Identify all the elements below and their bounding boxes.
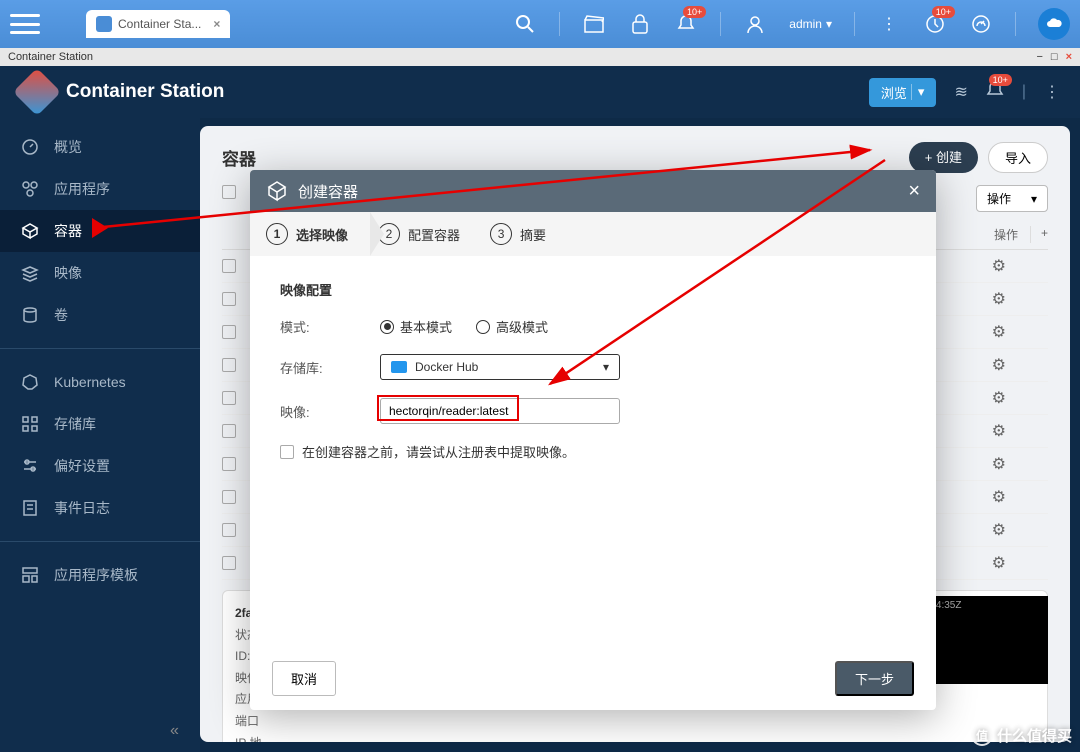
- lock-icon[interactable]: [628, 12, 652, 36]
- sidebar-item-overview[interactable]: 概览: [0, 126, 200, 168]
- close-icon[interactable]: ×: [1066, 51, 1072, 63]
- admin-label[interactable]: admin ▾: [789, 17, 832, 31]
- divider: [720, 12, 721, 36]
- dashboard-icon[interactable]: [969, 12, 993, 36]
- image-label: 映像:: [280, 402, 380, 421]
- more2-icon[interactable]: ⋮: [1044, 82, 1060, 102]
- gear-icon[interactable]: ⚙: [992, 355, 1048, 375]
- step-2[interactable]: 2配置容器: [378, 223, 460, 245]
- import-button[interactable]: 导入: [988, 142, 1048, 173]
- gear-icon[interactable]: ⚙: [992, 256, 1048, 276]
- step-3[interactable]: 3摘要: [490, 223, 546, 245]
- collapse-icon[interactable]: «: [170, 722, 179, 740]
- log-icon: [20, 498, 40, 518]
- cloud-icon[interactable]: [1038, 8, 1070, 40]
- cancel-button[interactable]: 取消: [272, 661, 336, 696]
- watermark: 值 什么值得买: [971, 724, 1072, 746]
- clock-badge: 10+: [932, 6, 955, 18]
- step-1[interactable]: 1选择映像: [266, 223, 348, 245]
- sidebar-item-repos[interactable]: 存储库: [0, 403, 200, 445]
- tab-label: Container Sta...: [118, 17, 201, 31]
- sidebar-item-prefs[interactable]: 偏好设置: [0, 445, 200, 487]
- mode-label: 模式:: [280, 317, 380, 336]
- create-container-modal: 创建容器 × 1选择映像 2配置容器 3摘要 映像配置 模式: 基本模式 高级模…: [250, 170, 936, 710]
- section-title: 映像配置: [280, 280, 906, 299]
- layers-icon: [20, 263, 40, 283]
- repo-dropdown[interactable]: Docker Hub ▾: [380, 354, 620, 380]
- create-button[interactable]: + 创建: [909, 142, 978, 173]
- sidebar-item-containers[interactable]: 容器: [0, 210, 200, 252]
- clock-icon[interactable]: 10+: [923, 12, 947, 36]
- terminal: 4:54:35Z: [918, 596, 1048, 684]
- chevron-down-icon: ▾: [603, 360, 609, 374]
- cube-icon: [266, 180, 288, 202]
- page-title: 容器: [222, 145, 256, 170]
- sidebar-item-images[interactable]: 映像: [0, 252, 200, 294]
- sidebar-item-kubernetes[interactable]: Kubernetes: [0, 361, 200, 403]
- add-column-icon[interactable]: +: [1030, 226, 1048, 243]
- app-tab-icon: [96, 16, 112, 32]
- sidebar-item-templates[interactable]: 应用程序模板: [0, 554, 200, 596]
- clapper-icon[interactable]: [582, 12, 606, 36]
- radio-basic[interactable]: 基本模式: [380, 317, 452, 336]
- modal-close-icon[interactable]: ×: [908, 180, 920, 203]
- radio-advanced[interactable]: 高级模式: [476, 317, 548, 336]
- select-all-checkbox[interactable]: [222, 185, 236, 199]
- minimize-icon[interactable]: −: [1036, 51, 1042, 63]
- gear-icon[interactable]: ⚙: [992, 520, 1048, 540]
- divider: [559, 12, 560, 36]
- app-title: Container Station: [66, 81, 224, 103]
- sidebar: 概览 应用程序 容器 映像 卷 Kubernetes 存储库 偏好设置 事件日志…: [0, 66, 200, 752]
- app-tab[interactable]: Container Sta... ×: [86, 10, 230, 38]
- menu-icon[interactable]: [10, 14, 40, 34]
- cube-icon: [20, 221, 40, 241]
- gear-icon[interactable]: ⚙: [992, 553, 1048, 573]
- operation-dropdown[interactable]: 操作▾: [976, 185, 1048, 212]
- stack-icon[interactable]: ≋: [954, 82, 967, 102]
- annotation-highlight: [377, 395, 519, 421]
- gear-icon[interactable]: ⚙: [992, 487, 1048, 507]
- notification-badge: 10+: [683, 6, 706, 18]
- docker-icon: [391, 361, 407, 373]
- maximize-icon[interactable]: □: [1051, 51, 1058, 63]
- more-icon[interactable]: ⋮: [877, 12, 901, 36]
- grid-icon: [20, 414, 40, 434]
- browse-button[interactable]: 浏览▾: [869, 78, 937, 107]
- hint-text: 在创建容器之前，请尝试从注册表中提取映像。: [302, 442, 575, 461]
- repo-label: 存储库:: [280, 358, 380, 377]
- modal-title: 创建容器: [298, 181, 358, 202]
- app-logo-icon: [13, 68, 61, 116]
- gear-icon[interactable]: ⚙: [992, 322, 1048, 342]
- sidebar-item-apps[interactable]: 应用程序: [0, 168, 200, 210]
- sliders-icon: [20, 456, 40, 476]
- sidebar-item-events[interactable]: 事件日志: [0, 487, 200, 529]
- divider: [1015, 12, 1016, 36]
- user-icon[interactable]: [743, 12, 767, 36]
- window-title: Container Station: [8, 51, 93, 63]
- divider: [854, 12, 855, 36]
- gear-icon[interactable]: ⚙: [992, 289, 1048, 309]
- bell2-icon[interactable]: 10+: [986, 80, 1004, 105]
- next-button[interactable]: 下一步: [835, 661, 914, 696]
- pull-checkbox[interactable]: [280, 445, 294, 459]
- search-icon[interactable]: [513, 12, 537, 36]
- bell-icon[interactable]: 10+: [674, 12, 698, 36]
- template-icon: [20, 565, 40, 585]
- database-icon: [20, 305, 40, 325]
- gear-icon[interactable]: ⚙: [992, 454, 1048, 474]
- sidebar-item-volumes[interactable]: 卷: [0, 294, 200, 336]
- gear-icon[interactable]: ⚙: [992, 388, 1048, 408]
- tab-close-icon[interactable]: ×: [213, 17, 220, 31]
- chevron-down-icon: ▾: [1031, 192, 1037, 206]
- gauge-icon: [20, 137, 40, 157]
- kubernetes-icon: [20, 372, 40, 392]
- apps-icon: [20, 179, 40, 199]
- gear-icon[interactable]: ⚙: [992, 421, 1048, 441]
